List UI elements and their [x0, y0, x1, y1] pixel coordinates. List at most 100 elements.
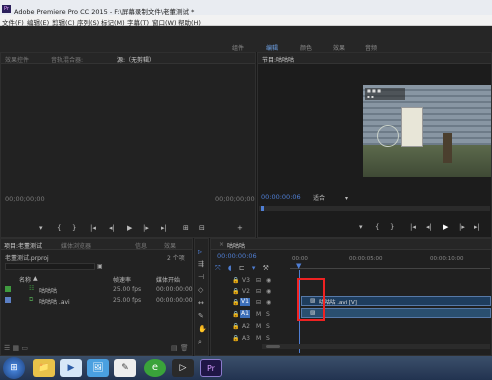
- track-label[interactable]: A2: [242, 323, 250, 330]
- tab-info[interactable]: 信息: [135, 241, 147, 250]
- item-name: 咕咕咕 .avi: [39, 299, 70, 306]
- source-overwrite-button[interactable]: ⊟: [199, 224, 205, 232]
- program-scrub-bar[interactable]: [259, 206, 490, 211]
- solo-icon[interactable]: S: [266, 311, 270, 318]
- sync-lock-icon[interactable]: ⊟: [256, 299, 261, 306]
- workspace-audio[interactable]: 音频: [365, 43, 377, 52]
- source-goto-out-button[interactable]: ▸|: [161, 224, 167, 232]
- close-icon[interactable]: ×: [219, 241, 224, 248]
- column-frame-rate[interactable]: 帧速率: [113, 275, 131, 284]
- source-step-back-button[interactable]: ◂|: [109, 224, 115, 232]
- solo-icon[interactable]: S: [266, 323, 270, 330]
- workspace-color[interactable]: 颜色: [300, 43, 312, 52]
- playhead-marker-icon[interactable]: ▼: [296, 262, 301, 270]
- lock-icon[interactable]: 🔒: [232, 288, 239, 295]
- premiere-taskbar-icon[interactable]: Pr: [200, 359, 222, 377]
- player-taskbar-icon[interactable]: ▷: [172, 359, 194, 377]
- video-clip-v1[interactable]: ▨ 咕咕咕 .avi [V]: [301, 296, 491, 306]
- eye-icon[interactable]: ◉: [266, 288, 271, 295]
- sync-lock-icon[interactable]: ⊟: [256, 288, 261, 295]
- project-list-item[interactable]: ☷ 咕咕咕 25.00 fps 00:00:00:00: [1, 284, 193, 295]
- editor-taskbar-icon[interactable]: ✎: [114, 359, 136, 377]
- new-bin-icon[interactable]: ▣: [97, 263, 103, 270]
- solo-icon[interactable]: S: [266, 335, 270, 342]
- time-ruler[interactable]: [290, 263, 490, 269]
- pen-tool-icon[interactable]: ✎: [198, 312, 204, 320]
- audio-clip-a1[interactable]: ▨: [301, 308, 491, 318]
- mute-icon[interactable]: M: [256, 311, 261, 318]
- tab-sequence[interactable]: 咕咕咕: [227, 241, 245, 250]
- track-label[interactable]: V3: [242, 277, 250, 284]
- track-label[interactable]: V2: [242, 288, 250, 295]
- project-list-item[interactable]: ⧉ 咕咕咕 .avi 25.00 fps 00:00:00:00: [1, 295, 193, 306]
- workspace-effects[interactable]: 效果: [333, 43, 345, 52]
- program-goto-in-button[interactable]: |◂: [410, 223, 416, 231]
- selection-tool-icon[interactable]: ▹: [198, 247, 202, 256]
- browser-taskbar-icon[interactable]: e: [144, 359, 166, 377]
- zoom-tool-icon[interactable]: ⌕: [198, 338, 202, 347]
- lock-icon[interactable]: 🔒: [232, 277, 239, 284]
- sync-lock-icon[interactable]: ⊟: [256, 277, 261, 284]
- program-playhead[interactable]: [261, 206, 264, 211]
- source-mark-in-button[interactable]: {: [57, 224, 61, 232]
- tab-media-browser[interactable]: 媒体浏览器: [61, 241, 91, 250]
- track-label[interactable]: A3: [242, 335, 250, 342]
- tab-effects[interactable]: 效果: [164, 241, 176, 250]
- source-step-forward-button[interactable]: |▸: [143, 224, 149, 232]
- program-mark-out-button[interactable]: }: [390, 223, 394, 231]
- add-marker-icon[interactable]: ▾: [252, 264, 256, 272]
- settings-wrench-icon[interactable]: ⚒: [263, 264, 269, 272]
- list-view-icon[interactable]: ☰ ▦ ▭: [4, 344, 28, 352]
- eye-icon[interactable]: ◉: [266, 277, 271, 284]
- source-mark-out-button[interactable]: }: [72, 224, 76, 232]
- program-mark-in-button[interactable]: {: [375, 223, 379, 231]
- eye-icon[interactable]: ◉: [266, 299, 271, 306]
- workspace-assembly[interactable]: 组件: [232, 43, 244, 52]
- explorer-taskbar-icon[interactable]: 📁: [33, 359, 55, 377]
- photos-taskbar-icon[interactable]: 🖼: [87, 359, 109, 377]
- tab-effect-controls[interactable]: 效果控件: [5, 55, 29, 64]
- ripple-edit-icon[interactable]: ⊣: [198, 273, 204, 281]
- workspace-editing[interactable]: 编辑: [266, 43, 278, 52]
- program-step-back-button[interactable]: ◂|: [426, 223, 432, 231]
- timeline-scrollbar[interactable]: [262, 344, 490, 349]
- snap-icon[interactable]: ◖: [228, 264, 232, 272]
- linked-selection-icon[interactable]: ⊏: [239, 264, 245, 272]
- track-header-v2: 🔒 V2 ⊟ ◉: [228, 286, 290, 296]
- start-button[interactable]: ⊞: [3, 357, 25, 379]
- nest-icon[interactable]: ⤧: [215, 264, 221, 272]
- tab-program[interactable]: 节目:咕咕咕: [262, 55, 294, 64]
- program-fit-dropdown[interactable]: 适合 ▾: [313, 193, 348, 202]
- track-label-active[interactable]: V1: [240, 298, 250, 306]
- program-step-forward-button[interactable]: |▸: [459, 223, 465, 231]
- column-media-start[interactable]: 媒体开始: [156, 275, 180, 284]
- program-goto-out-button[interactable]: ▸|: [474, 223, 480, 231]
- column-name[interactable]: 名称: [19, 275, 31, 284]
- razor-tool-icon[interactable]: ◇: [198, 286, 203, 294]
- source-play-button[interactable]: ▶: [127, 224, 132, 232]
- tab-project[interactable]: 项目:老董测试: [4, 241, 42, 250]
- lock-icon[interactable]: 🔒: [232, 311, 239, 318]
- media-player-taskbar-icon[interactable]: ▶: [60, 359, 82, 377]
- lock-icon[interactable]: 🔒: [232, 335, 239, 342]
- tab-audio-mixer[interactable]: 音轨混合器:: [51, 55, 83, 64]
- track-select-icon[interactable]: ⇶: [198, 260, 204, 268]
- source-insert-button[interactable]: ⊞: [183, 224, 189, 232]
- lock-icon[interactable]: 🔒: [232, 323, 239, 330]
- timeline-scroll-thumb[interactable]: [266, 345, 280, 348]
- project-search-input[interactable]: [5, 263, 95, 270]
- tab-source[interactable]: 源:（无剪辑）: [117, 55, 155, 64]
- track-label-active[interactable]: A1: [240, 310, 250, 318]
- program-play-button[interactable]: ▶: [443, 223, 448, 231]
- lock-icon[interactable]: 🔒: [232, 299, 239, 306]
- sort-asc-icon[interactable]: ▲: [33, 275, 38, 282]
- source-add-button[interactable]: +: [237, 224, 243, 232]
- mute-icon[interactable]: M: [256, 335, 261, 342]
- source-marker-button[interactable]: ▾: [39, 224, 43, 232]
- program-marker-button[interactable]: ▾: [359, 223, 363, 231]
- mute-icon[interactable]: M: [256, 323, 261, 330]
- hand-tool-icon[interactable]: ✋: [198, 325, 207, 333]
- slip-tool-icon[interactable]: ↔: [198, 299, 204, 307]
- new-item-icon[interactable]: ▤ 🗑: [171, 344, 189, 352]
- source-goto-in-button[interactable]: |◂: [90, 224, 96, 232]
